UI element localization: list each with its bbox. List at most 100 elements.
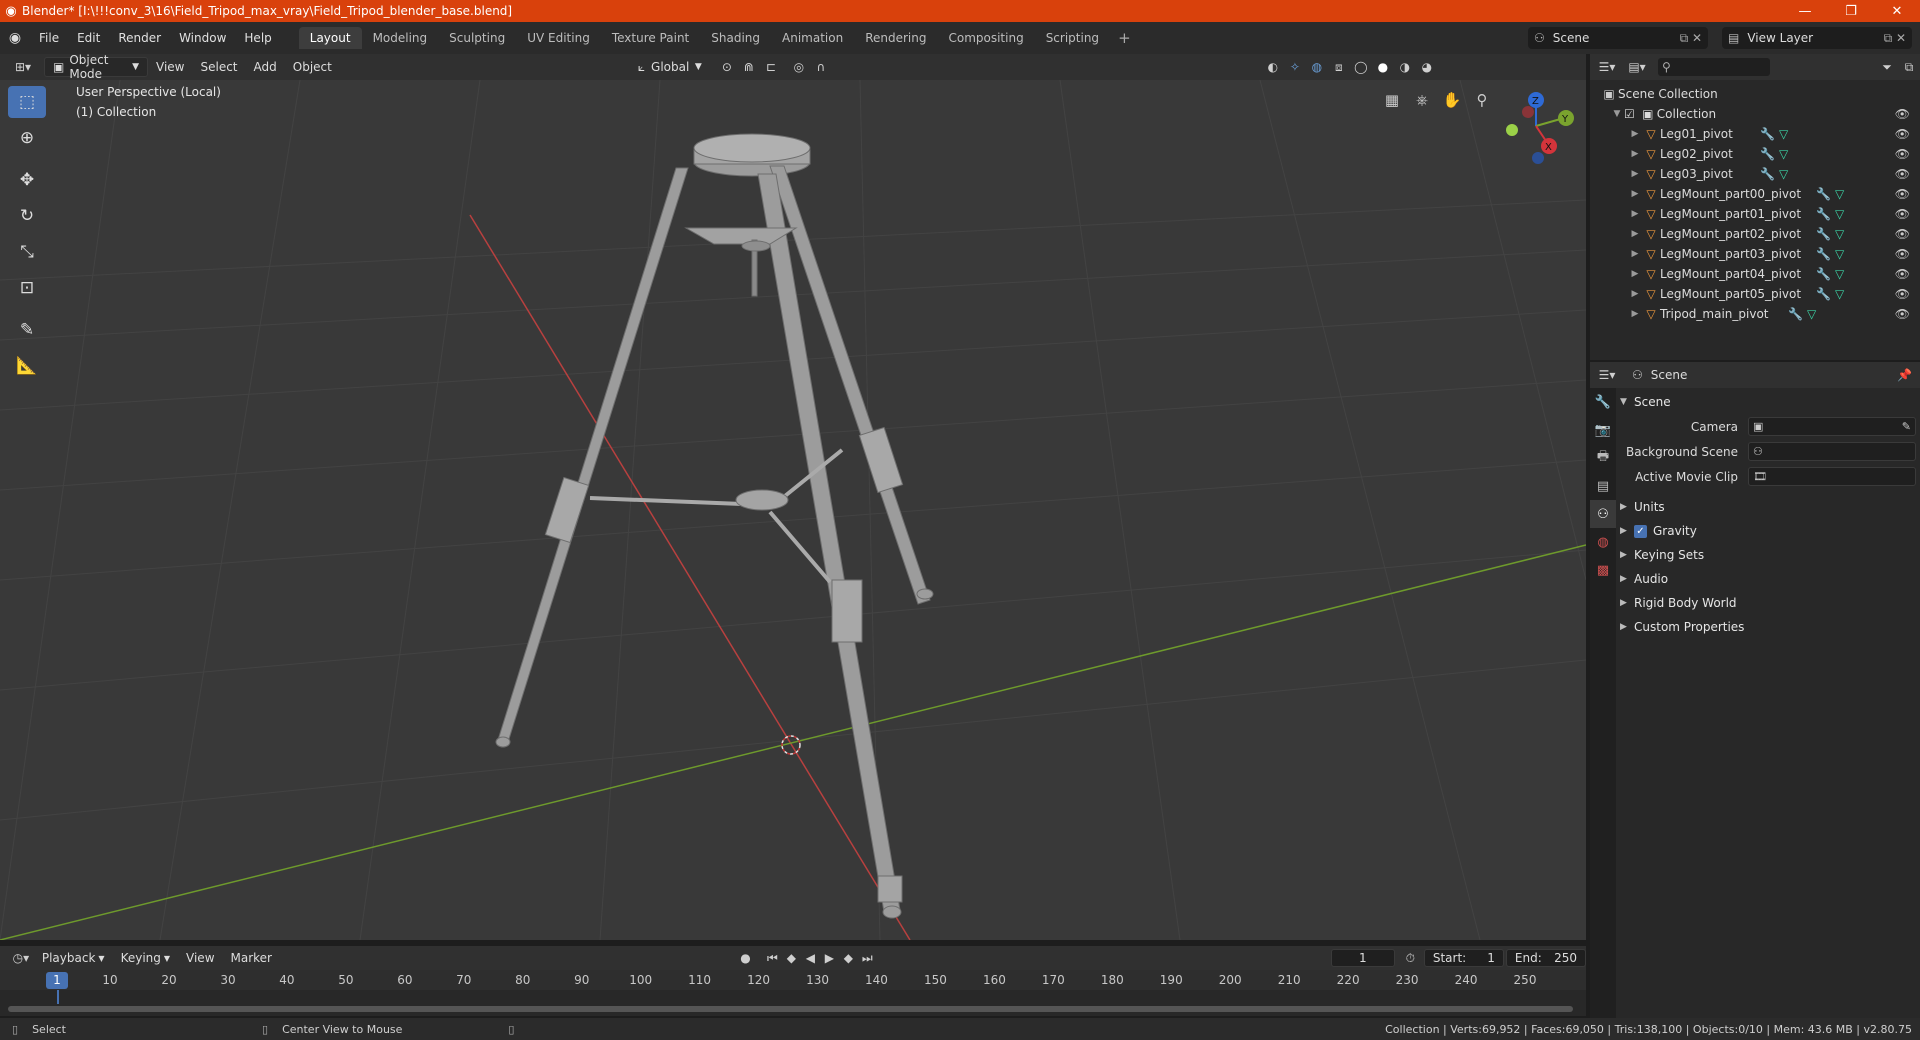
current-frame-indicator[interactable]: 1 bbox=[46, 972, 68, 989]
menu-render[interactable]: Render bbox=[109, 31, 170, 45]
rigid-body-world-panel[interactable]: ▶ Rigid Body World bbox=[1620, 591, 1916, 615]
mesh-data-icon[interactable]: ▽ bbox=[1835, 227, 1848, 241]
outliner-object-row[interactable]: ▶ ▽ Leg01_pivot 🔧▽ 👁 bbox=[1590, 124, 1920, 144]
visibility-eye-icon[interactable]: 👁 bbox=[1895, 147, 1910, 161]
tab-scripting[interactable]: Scripting bbox=[1035, 27, 1110, 49]
menu-window[interactable]: Window bbox=[170, 31, 235, 45]
expand-arrow-icon[interactable]: ▶ bbox=[1628, 249, 1642, 259]
gizmo-toggle-icon[interactable]: ✧ bbox=[1284, 57, 1306, 77]
mode-dropdown[interactable]: ▣ Object Mode ▼ bbox=[44, 53, 148, 81]
visibility-eye-icon[interactable]: 👁 bbox=[1895, 127, 1910, 141]
start-frame-field[interactable]: Start: 1 bbox=[1423, 949, 1504, 967]
xray-toggle-icon[interactable]: ⧈ bbox=[1328, 57, 1350, 77]
active-movie-clip-field[interactable]: 🎞 bbox=[1748, 467, 1916, 486]
timeline-area[interactable]: 1 10 20 30 40 50 60 70 80 90 100 110 120 130 140 150 16… bbox=[0, 970, 1586, 1016]
mesh-data-icon[interactable]: ▽ bbox=[1779, 147, 1792, 161]
visibility-eye-icon[interactable]: 👁 bbox=[1895, 307, 1910, 321]
outliner-object-row[interactable]: ▶ ▽ LegMount_part04_pivot 🔧▽ 👁 bbox=[1590, 264, 1920, 284]
menu-keying[interactable]: Keying ▼ bbox=[113, 948, 178, 968]
blender-menu-icon[interactable]: ◉ bbox=[0, 30, 30, 46]
display-mode-icon[interactable]: ▤▾ bbox=[1626, 57, 1648, 77]
gravity-checkbox-icon[interactable]: ✓ bbox=[1634, 524, 1647, 538]
outliner-object-row[interactable]: ▶ ▽ LegMount_part01_pivot 🔧▽ 👁 bbox=[1590, 204, 1920, 224]
expand-arrow-icon[interactable]: ▶ bbox=[1628, 129, 1642, 139]
expand-arrow-icon[interactable]: ▶ bbox=[1628, 289, 1642, 299]
wrench-icon[interactable]: 🔧 bbox=[1816, 287, 1835, 301]
visibility-eye-icon[interactable]: 👁 bbox=[1895, 107, 1910, 121]
outliner-object-row[interactable]: ▶ ▽ LegMount_part00_pivot 🔧▽ 👁 bbox=[1590, 184, 1920, 204]
keying-sets-panel[interactable]: ▶ Keying Sets bbox=[1620, 543, 1916, 567]
visibility-eye-icon[interactable]: 👁 bbox=[1895, 247, 1910, 261]
menu-help[interactable]: Help bbox=[235, 31, 280, 45]
overlay-toggle-icon[interactable]: ◍ bbox=[1306, 57, 1328, 77]
output-tab-icon[interactable]: 🖶 bbox=[1590, 444, 1616, 472]
scene-selector[interactable]: ⚇ Scene ⧉ ✕ bbox=[1528, 27, 1708, 49]
outliner-search-input[interactable]: ⚲ bbox=[1658, 58, 1770, 76]
eyedropper-icon[interactable]: ✎ bbox=[1902, 420, 1911, 433]
annotate-tool-icon[interactable]: ✎ bbox=[8, 314, 46, 346]
menu-file[interactable]: File bbox=[30, 31, 68, 45]
mesh-data-icon[interactable]: ▽ bbox=[1835, 267, 1848, 281]
menu-playback[interactable]: Playback ▼ bbox=[34, 948, 113, 968]
view-layer-tab-icon[interactable]: ▤ bbox=[1590, 472, 1616, 500]
end-frame-field[interactable]: End: 250 bbox=[1505, 949, 1586, 967]
solid-shading-icon[interactable]: ● bbox=[1372, 57, 1394, 77]
tab-sculpting[interactable]: Sculpting bbox=[438, 27, 516, 49]
camera-field[interactable]: ▣ ✎ bbox=[1748, 417, 1916, 436]
expand-arrow-icon[interactable]: ▶ bbox=[1628, 269, 1642, 279]
view-layer-selector[interactable]: ▤ View Layer ⧉ ✕ bbox=[1722, 27, 1912, 49]
timeline-scrollbar[interactable] bbox=[8, 1006, 1573, 1012]
menu-marker[interactable]: Marker bbox=[223, 948, 280, 968]
tool-tab-icon[interactable]: 🔧 bbox=[1590, 388, 1616, 416]
outliner-editor-type-icon[interactable]: ☰▾ bbox=[1596, 57, 1618, 77]
menu-view[interactable]: View bbox=[148, 57, 192, 77]
new-view-layer-icon[interactable]: ⧉ ✕ bbox=[1884, 31, 1906, 46]
visibility-eye-icon[interactable]: 👁 bbox=[1895, 207, 1910, 221]
expand-arrow-icon[interactable]: ▶ bbox=[1628, 229, 1642, 239]
mesh-data-icon[interactable]: ▽ bbox=[1779, 127, 1792, 141]
texture-tab-icon[interactable]: ▩ bbox=[1590, 556, 1616, 584]
wrench-icon[interactable]: 🔧 bbox=[1760, 167, 1779, 181]
jump-end-icon[interactable]: ⏭ bbox=[858, 948, 877, 968]
wrench-icon[interactable]: 🔧 bbox=[1760, 147, 1779, 161]
mesh-data-icon[interactable]: ▽ bbox=[1779, 167, 1792, 181]
tab-texture-paint[interactable]: Texture Paint bbox=[601, 27, 700, 49]
scene-section-header[interactable]: ▼ Scene bbox=[1620, 390, 1916, 414]
select-box-tool-icon[interactable]: ⬚ bbox=[8, 86, 46, 118]
editor-type-icon[interactable]: ⊞▾ bbox=[8, 57, 38, 77]
jump-start-icon[interactable]: ⏮ bbox=[763, 948, 782, 968]
menu-add[interactable]: Add bbox=[246, 57, 285, 77]
expand-arrow-icon[interactable]: ▼ bbox=[1610, 109, 1624, 119]
next-keyframe-icon[interactable]: ◆ bbox=[839, 948, 858, 968]
outliner-object-row[interactable]: ▶ ▽ Tripod_main_pivot 🔧▽ 👁 bbox=[1590, 304, 1920, 324]
custom-properties-panel[interactable]: ▶ Custom Properties bbox=[1620, 615, 1916, 639]
rendered-shading-icon[interactable]: ◕ bbox=[1416, 57, 1438, 77]
wireframe-shading-icon[interactable]: ◯ bbox=[1350, 57, 1372, 77]
pin-icon[interactable]: 📌 bbox=[1897, 368, 1912, 382]
current-frame-field[interactable]: 1 bbox=[1330, 949, 1395, 967]
wrench-icon[interactable]: 🔧 bbox=[1816, 207, 1835, 221]
wrench-icon[interactable]: 🔧 bbox=[1760, 127, 1779, 141]
transform-tool-icon[interactable]: ⊡ bbox=[8, 272, 46, 304]
mesh-data-icon[interactable]: ▽ bbox=[1835, 187, 1848, 201]
rotate-tool-icon[interactable]: ↻ bbox=[8, 200, 46, 232]
scale-tool-icon[interactable]: ⤡ bbox=[8, 236, 46, 268]
cursor-tool-icon[interactable]: ⊕ bbox=[8, 122, 46, 154]
pan-hand-icon[interactable]: ✋ bbox=[1438, 86, 1466, 114]
navigation-gizmo[interactable]: Z Y X bbox=[1492, 88, 1582, 170]
visibility-eye-icon[interactable]: 👁 bbox=[1895, 187, 1910, 201]
expand-arrow-icon[interactable]: ▶ bbox=[1628, 189, 1642, 199]
scene-tab-icon[interactable]: ⚇ bbox=[1590, 500, 1616, 528]
menu-timeline-view[interactable]: View bbox=[178, 948, 222, 968]
render-tab-icon[interactable]: 📷 bbox=[1590, 416, 1616, 444]
visibility-eye-icon[interactable]: 👁 bbox=[1895, 287, 1910, 301]
menu-select[interactable]: Select bbox=[192, 57, 245, 77]
tab-uv-editing[interactable]: UV Editing bbox=[516, 27, 601, 49]
minimize-button[interactable]: — bbox=[1782, 0, 1828, 22]
outliner-object-row[interactable]: ▶ ▽ Leg03_pivot 🔧▽ 👁 bbox=[1590, 164, 1920, 184]
prev-keyframe-icon[interactable]: ◆ bbox=[782, 948, 801, 968]
gravity-panel[interactable]: ▶ ✓ Gravity bbox=[1620, 519, 1916, 543]
maximize-button[interactable]: ❐ bbox=[1828, 0, 1874, 22]
visibility-eye-icon[interactable]: 👁 bbox=[1895, 267, 1910, 281]
new-collection-icon[interactable]: ⧉ bbox=[1898, 57, 1920, 77]
